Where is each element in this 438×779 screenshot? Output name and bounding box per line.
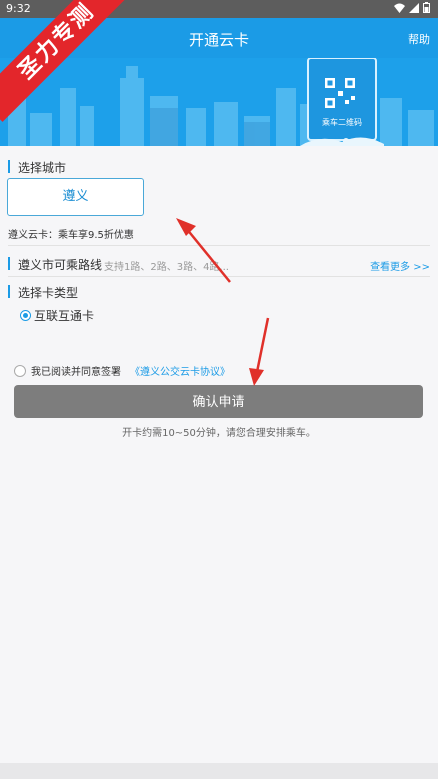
radio-selected-icon[interactable] xyxy=(20,310,31,321)
agreement-checkbox[interactable] xyxy=(14,364,26,377)
system-nav-bar xyxy=(0,763,438,779)
status-icons xyxy=(394,2,430,13)
city-select-box[interactable]: 遵义 xyxy=(7,178,144,216)
card-type-option[interactable]: 互联互通卡 xyxy=(20,307,94,324)
qr-label: 乘车二维码 xyxy=(322,118,362,127)
status-time: 9:32 xyxy=(6,2,31,15)
city-skyline-illustration xyxy=(0,58,438,146)
agreement-row[interactable]: 我已阅读并同意签署 《遵义公交云卡协议》 xyxy=(14,363,230,378)
see-more-link[interactable]: 查看更多 >> xyxy=(370,258,430,273)
city-discount-note: 遵义云卡：乘车享9.5折优惠 xyxy=(8,230,134,241)
section-title-card-type: 选择卡类型 xyxy=(8,284,78,301)
activation-tip: 开卡约需10~50分钟，请您合理安排乘车。 xyxy=(122,428,316,439)
section-title-city: 选择城市 xyxy=(8,159,66,176)
arrow-head-icon xyxy=(176,218,196,236)
confirm-apply-button[interactable]: 确认申请 xyxy=(14,385,423,418)
agreement-text: 我已阅读并同意签署 xyxy=(31,367,121,378)
card-type-label: 互联互通卡 xyxy=(34,309,95,323)
banner: 乘车二维码 xyxy=(0,58,438,146)
section-title-routes: 遵义市可乘路线 xyxy=(8,256,102,273)
help-button[interactable]: 帮助 xyxy=(408,31,430,47)
signal-icon xyxy=(409,2,419,13)
arrow-to-city-box xyxy=(185,227,231,283)
divider xyxy=(8,276,430,277)
wifi-icon xyxy=(394,3,405,13)
routes-preview: 支持1路、2路、3路、4路... xyxy=(104,262,229,273)
divider xyxy=(8,245,430,246)
agreement-link[interactable]: 《遵义公交云卡协议》 xyxy=(130,363,230,378)
battery-icon xyxy=(423,2,430,13)
arrow-to-confirm-button xyxy=(255,317,270,373)
arrow-head-icon xyxy=(249,368,264,386)
